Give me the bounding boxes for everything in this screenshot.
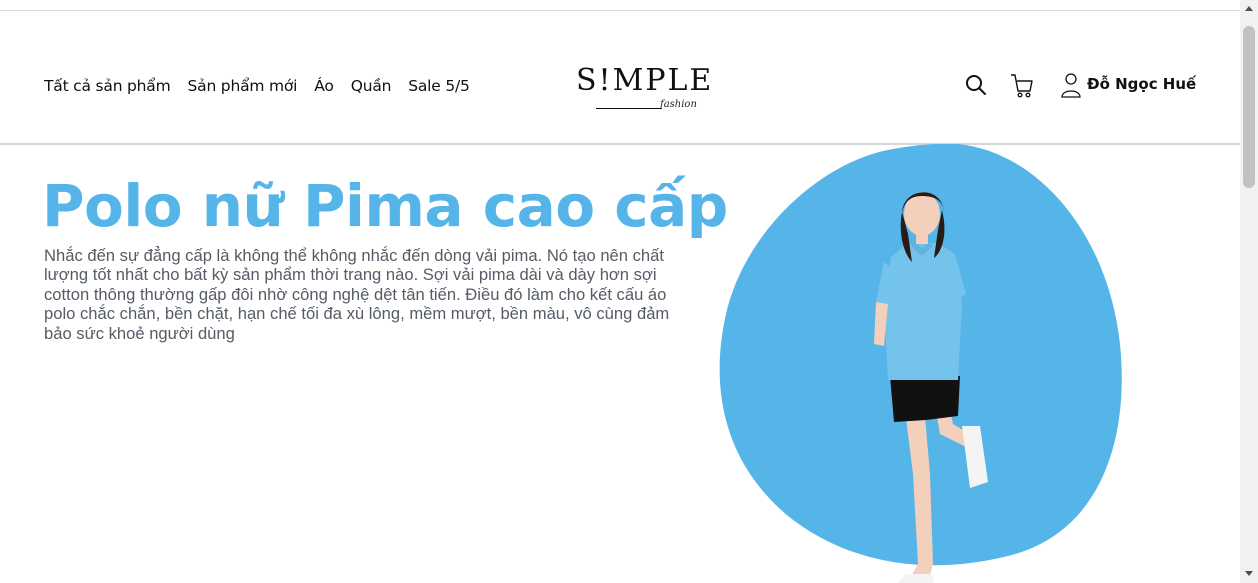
nav-sale[interactable]: Sale 5/5	[408, 77, 470, 95]
user-name: Đỗ Ngọc Huế	[1087, 75, 1197, 93]
logo-tagline: fashion	[660, 99, 697, 110]
scroll-thumb[interactable]	[1243, 26, 1255, 188]
scroll-up-icon[interactable]	[1245, 6, 1253, 11]
main-nav: Tất cả sản phẩm Sản phẩm mới Áo Quần Sal…	[44, 77, 487, 95]
site-logo[interactable]: S!MPLE fashion	[576, 63, 716, 117]
nav-shirts[interactable]: Áo	[314, 77, 334, 95]
user-icon	[1061, 72, 1081, 103]
site-header: Tất cả sản phẩm Sản phẩm mới Áo Quần Sal…	[0, 11, 1240, 144]
hero-description: Nhắc đến sự đẳng cấp là không thể không …	[44, 246, 670, 343]
logo-underline	[596, 108, 662, 109]
hero-title: Polo nữ Pima cao cấp	[42, 172, 728, 240]
scrollbar[interactable]	[1240, 0, 1258, 583]
logo-wordmark: S!MPLE	[576, 63, 714, 98]
hero-image	[708, 143, 1128, 583]
scroll-down-icon[interactable]	[1245, 571, 1253, 576]
header-actions: Đỗ Ngọc Huế	[965, 71, 1196, 104]
nav-pants[interactable]: Quần	[351, 77, 392, 95]
cart-icon[interactable]	[1009, 71, 1035, 104]
user-account[interactable]: Đỗ Ngọc Huế	[1061, 72, 1196, 103]
search-icon[interactable]	[965, 74, 987, 101]
nav-all-products[interactable]: Tất cả sản phẩm	[44, 77, 171, 95]
nav-new-products[interactable]: Sản phẩm mới	[188, 77, 298, 95]
